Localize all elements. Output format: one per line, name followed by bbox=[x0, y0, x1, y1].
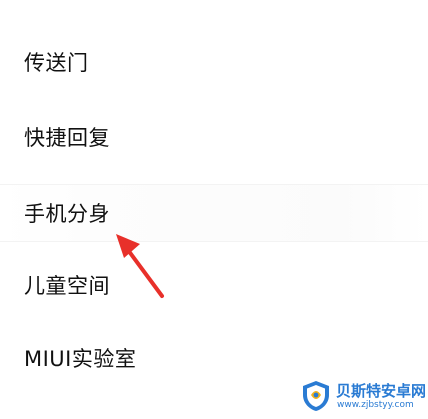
settings-item-label: MIUI实验室 bbox=[24, 347, 137, 371]
watermark-title: 贝斯特安卓网 bbox=[336, 382, 427, 400]
settings-item-label: 传送门 bbox=[24, 51, 89, 75]
settings-list: 传送门 快捷回复 手机分身 儿童空间 MIUI实验室 bbox=[0, 0, 428, 419]
red-arrow-icon bbox=[116, 234, 164, 298]
shield-logo-icon bbox=[303, 381, 329, 411]
watermark: 贝斯特安卓网 www.zjbstyy.com bbox=[300, 378, 426, 416]
settings-item-second-space[interactable]: 手机分身 bbox=[0, 184, 428, 242]
settings-item-label: 快捷回复 bbox=[24, 126, 110, 150]
settings-item-label: 儿童空间 bbox=[24, 274, 110, 298]
settings-item-quick-reply[interactable]: 快捷回复 bbox=[0, 109, 428, 165]
watermark-url: www.zjbstyy.com bbox=[337, 400, 414, 410]
settings-item-kids-space[interactable]: 儿童空间 bbox=[0, 257, 428, 313]
settings-item-portal[interactable]: 传送门 bbox=[0, 34, 428, 90]
settings-item-label: 手机分身 bbox=[24, 202, 110, 226]
